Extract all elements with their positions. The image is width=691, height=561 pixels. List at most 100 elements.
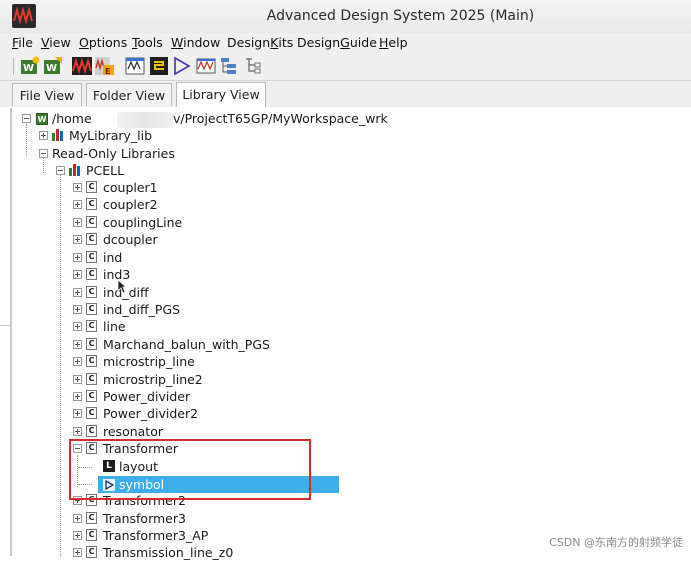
tree-connector bbox=[43, 158, 45, 173]
expand-icon[interactable] bbox=[73, 514, 82, 523]
svg-text:W: W bbox=[23, 63, 34, 74]
expand-icon[interactable] bbox=[73, 392, 82, 401]
collapse-icon[interactable] bbox=[56, 166, 65, 175]
view-tab-bar: File View Folder View Library View bbox=[0, 81, 691, 108]
expand-icon[interactable] bbox=[73, 409, 82, 418]
library-icon bbox=[52, 129, 64, 141]
expand-icon[interactable] bbox=[73, 183, 82, 192]
cell-icon: C bbox=[86, 355, 97, 367]
panel-divider bbox=[0, 325, 10, 326]
expand-icon[interactable] bbox=[73, 218, 82, 227]
cell-icon: C bbox=[86, 198, 97, 210]
cell-icon: C bbox=[86, 251, 97, 263]
tab-library-view[interactable]: Library View bbox=[176, 82, 266, 107]
cell-label: line bbox=[103, 319, 126, 334]
cell-label: resonator bbox=[103, 424, 163, 439]
expand-icon[interactable] bbox=[73, 235, 82, 244]
menu-designguide[interactable]: DesignGuide bbox=[297, 35, 377, 50]
cell-icon: C bbox=[86, 390, 97, 402]
data-display-icon[interactable] bbox=[125, 56, 145, 76]
library-icon bbox=[69, 164, 81, 176]
cell-label: Transformer3_AP bbox=[103, 528, 209, 543]
collapse-icon[interactable] bbox=[39, 149, 48, 158]
cell-label: ind_diff_PGS bbox=[103, 302, 181, 317]
cell-icon: C bbox=[86, 268, 97, 280]
workspace-path-start: /home bbox=[52, 111, 92, 126]
tree-connector bbox=[60, 175, 62, 556]
expand-icon[interactable] bbox=[39, 131, 48, 140]
panel-border bbox=[10, 108, 12, 556]
menu-help[interactable]: Help bbox=[379, 35, 408, 50]
cell-label: microstrip_line bbox=[103, 354, 195, 369]
title-bar: Advanced Design System 2025 (Main) bbox=[0, 0, 691, 34]
cell-icon: C bbox=[86, 529, 97, 541]
menu-file[interactable]: File bbox=[12, 35, 33, 50]
expand-icon[interactable] bbox=[73, 531, 82, 540]
cell-label: microstrip_line2 bbox=[103, 372, 203, 387]
cell-label: ind bbox=[103, 250, 123, 265]
cell-label: Power_divider bbox=[103, 389, 191, 404]
tab-file-view[interactable]: File View bbox=[12, 83, 82, 106]
svg-text:E: E bbox=[105, 67, 110, 76]
expand-icon[interactable] bbox=[73, 288, 82, 297]
collapse-icon[interactable] bbox=[22, 114, 31, 123]
expand-icon[interactable] bbox=[73, 375, 82, 384]
redacted-path-segment bbox=[117, 112, 173, 128]
menu-designkits[interactable]: DesignKits bbox=[227, 35, 293, 50]
watermark: CSDN @东南方的射频学徒 bbox=[549, 536, 683, 549]
pcell-label: PCELL bbox=[86, 163, 125, 178]
workspace-path-end: v/ProjectT65GP/MyWorkspace_wrk bbox=[173, 111, 388, 126]
schematic-symbol-icon[interactable] bbox=[172, 56, 192, 76]
svg-text:W: W bbox=[46, 63, 57, 74]
cell-label: Marchand_balun_with_PGS bbox=[103, 337, 270, 352]
cell-label: coupler2 bbox=[103, 197, 158, 212]
cell-icon: C bbox=[86, 338, 97, 350]
simulation-icon[interactable] bbox=[196, 56, 216, 76]
menu-view[interactable]: View bbox=[41, 35, 71, 50]
cell-icon: C bbox=[86, 320, 97, 332]
cell-icon: C bbox=[86, 425, 97, 437]
cell-icon: C bbox=[86, 407, 97, 419]
read-only-libraries-label: Read-Only Libraries bbox=[52, 146, 175, 161]
cell-icon: C bbox=[86, 373, 97, 385]
new-workspace-icon[interactable]: W bbox=[20, 56, 40, 76]
expand-icon[interactable] bbox=[73, 200, 82, 209]
open-workspace-icon[interactable]: W bbox=[43, 56, 63, 76]
menu-options[interactable]: Options bbox=[79, 35, 127, 50]
cell-icon: C bbox=[86, 233, 97, 245]
ads-extension-icon[interactable]: E bbox=[95, 56, 115, 76]
annotation-highlight-box bbox=[69, 439, 311, 500]
menu-bar: File View Options Tools Window DesignKit… bbox=[0, 33, 691, 52]
cell-label: couplingLine bbox=[103, 215, 183, 230]
menu-window[interactable]: Window bbox=[171, 35, 220, 50]
cell-icon: C bbox=[86, 546, 97, 558]
cell-label: Power_divider2 bbox=[103, 406, 199, 421]
window-title: Advanced Design System 2025 (Main) bbox=[266, 8, 535, 24]
toolbar-separator bbox=[13, 58, 17, 75]
menu-tools[interactable]: Tools bbox=[132, 35, 163, 50]
expand-icon[interactable] bbox=[73, 305, 82, 314]
cell-icon: C bbox=[86, 216, 97, 228]
toolbar: W W E bbox=[0, 52, 691, 81]
expand-icon[interactable] bbox=[73, 270, 82, 279]
hierarchy-icon[interactable] bbox=[219, 56, 239, 76]
expand-icon[interactable] bbox=[73, 427, 82, 436]
ads-main-icon[interactable] bbox=[72, 56, 92, 76]
tab-folder-view[interactable]: Folder View bbox=[86, 83, 172, 106]
cell-icon: C bbox=[86, 286, 97, 298]
mouse-cursor-icon bbox=[117, 279, 128, 297]
workspace-icon: W bbox=[36, 113, 48, 125]
cell-label: Transmission_line_z0 bbox=[103, 545, 234, 560]
layout-icon[interactable] bbox=[149, 56, 169, 76]
tree-icon[interactable] bbox=[243, 56, 263, 76]
expand-icon[interactable] bbox=[73, 340, 82, 349]
expand-icon[interactable] bbox=[73, 322, 82, 331]
cell-label: dcoupler bbox=[103, 232, 158, 247]
tree-connector bbox=[26, 124, 28, 156]
cell-icon: C bbox=[86, 181, 97, 193]
cell-label: coupler1 bbox=[103, 180, 158, 195]
cell-label: Transformer3 bbox=[103, 511, 186, 526]
expand-icon[interactable] bbox=[73, 357, 82, 366]
cell-icon: C bbox=[86, 303, 97, 315]
expand-icon[interactable] bbox=[73, 253, 82, 262]
